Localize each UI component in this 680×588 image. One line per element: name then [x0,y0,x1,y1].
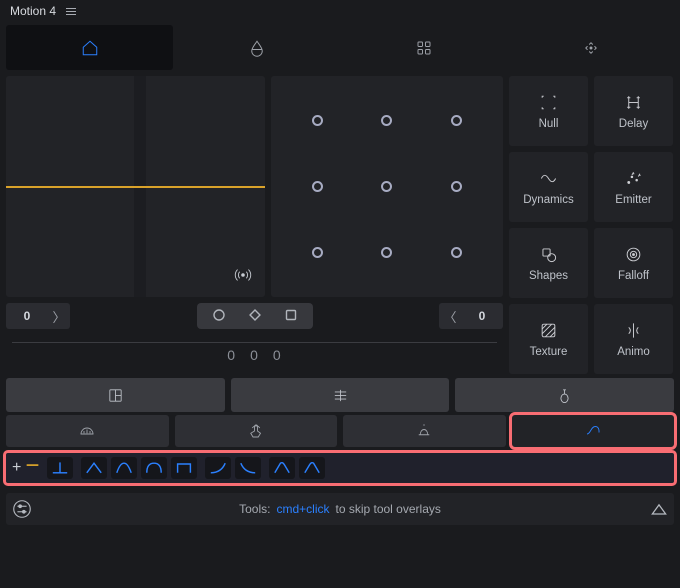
curve-ease-in[interactable] [81,457,107,479]
tool-delay-label: Delay [619,118,648,130]
anchor-point-grid [271,76,503,297]
out-frame-value[interactable]: 0 [461,303,503,329]
anchor-bl[interactable] [283,219,352,285]
tick-2: 0 [273,347,282,363]
tool-falloff-label: Falloff [618,270,649,282]
tool-dynamics[interactable]: Dynamics [509,152,588,222]
mode-diamond[interactable] [249,309,261,324]
tool-texture-label: Texture [530,346,568,358]
anchor-tl[interactable] [283,88,352,154]
editor-tab-palette[interactable] [6,415,169,447]
layout-tab-c[interactable] [455,378,674,412]
footer-prefix: Tools: [239,502,270,516]
tool-shapes-label: Shapes [529,270,568,282]
shape-mode-group [197,303,313,329]
curve-add-icon[interactable]: + [12,459,21,477]
curve-expo-in[interactable] [205,457,231,479]
scrub-ticks: 0 0 0 [227,347,281,363]
broadcast-icon[interactable] [229,261,257,289]
tool-shapes[interactable]: Shapes [509,228,588,298]
mode-square[interactable] [285,309,297,324]
curve-bump-out[interactable] [299,457,325,479]
curve-toolbar: + − [6,453,674,483]
tab-move[interactable] [507,25,674,70]
menu-icon[interactable] [66,8,76,15]
footer-accent: cmd+click [276,502,329,516]
scrub-line [12,342,497,343]
footer-bar: Tools: cmd+click to skip tool overlays [6,493,674,525]
layout-tab-a[interactable] [6,378,225,412]
out-frame-group: 〈 0 [439,303,503,329]
scrub-area[interactable]: 0 0 0 [6,337,503,367]
editor-tab-bell[interactable] [343,415,506,447]
tool-animo[interactable]: Animo [594,304,673,374]
layout-tab-b[interactable] [231,378,450,412]
anchor-ml[interactable] [283,154,352,220]
tab-home[interactable] [6,25,173,70]
anchor-mr[interactable] [422,154,491,220]
in-frame-group: 0 〉 [6,303,70,329]
tick-1: 0 [250,347,259,363]
preview-panel[interactable] [6,76,265,297]
collapse-icon[interactable] [649,493,669,525]
editor-tab-curve[interactable] [512,415,675,447]
tool-null[interactable]: Null [509,76,588,146]
tool-delay[interactable]: Delay [594,76,673,146]
tool-emitter[interactable]: Emitter [594,152,673,222]
tool-dynamics-label: Dynamics [523,194,573,206]
out-frame-prev[interactable]: 〈 [439,303,461,329]
tool-null-label: Null [539,118,559,130]
curve-bump-in[interactable] [269,457,295,479]
top-tabs [6,25,674,70]
in-frame-value[interactable]: 0 [6,303,48,329]
tool-animo-label: Animo [617,346,650,358]
tool-falloff[interactable]: Falloff [594,228,673,298]
curve-ease-out[interactable] [141,457,167,479]
tab-drop[interactable] [173,25,340,70]
curve-step[interactable] [171,457,197,479]
anchor-mc[interactable] [352,154,421,220]
anchor-br[interactable] [422,219,491,285]
anchor-tr[interactable] [422,88,491,154]
anchor-tc[interactable] [352,88,421,154]
tab-grid[interactable] [340,25,507,70]
settings-icon[interactable] [11,493,33,525]
tool-texture[interactable]: Texture [509,304,588,374]
tick-0: 0 [227,347,236,363]
curve-remove-icon[interactable]: − [25,452,39,480]
curve-linear[interactable] [47,457,73,479]
app-title: Motion 4 [10,4,56,18]
curve-ease-in-out[interactable] [111,457,137,479]
in-frame-next[interactable]: 〉 [48,303,70,329]
tool-emitter-label: Emitter [615,194,651,206]
mode-circle[interactable] [213,309,225,324]
footer-suffix: to skip tool overlays [335,502,440,516]
preview-timeline-line [6,186,265,188]
editor-tab-touch[interactable] [175,415,338,447]
anchor-bc[interactable] [352,219,421,285]
curve-expo-out[interactable] [235,457,261,479]
